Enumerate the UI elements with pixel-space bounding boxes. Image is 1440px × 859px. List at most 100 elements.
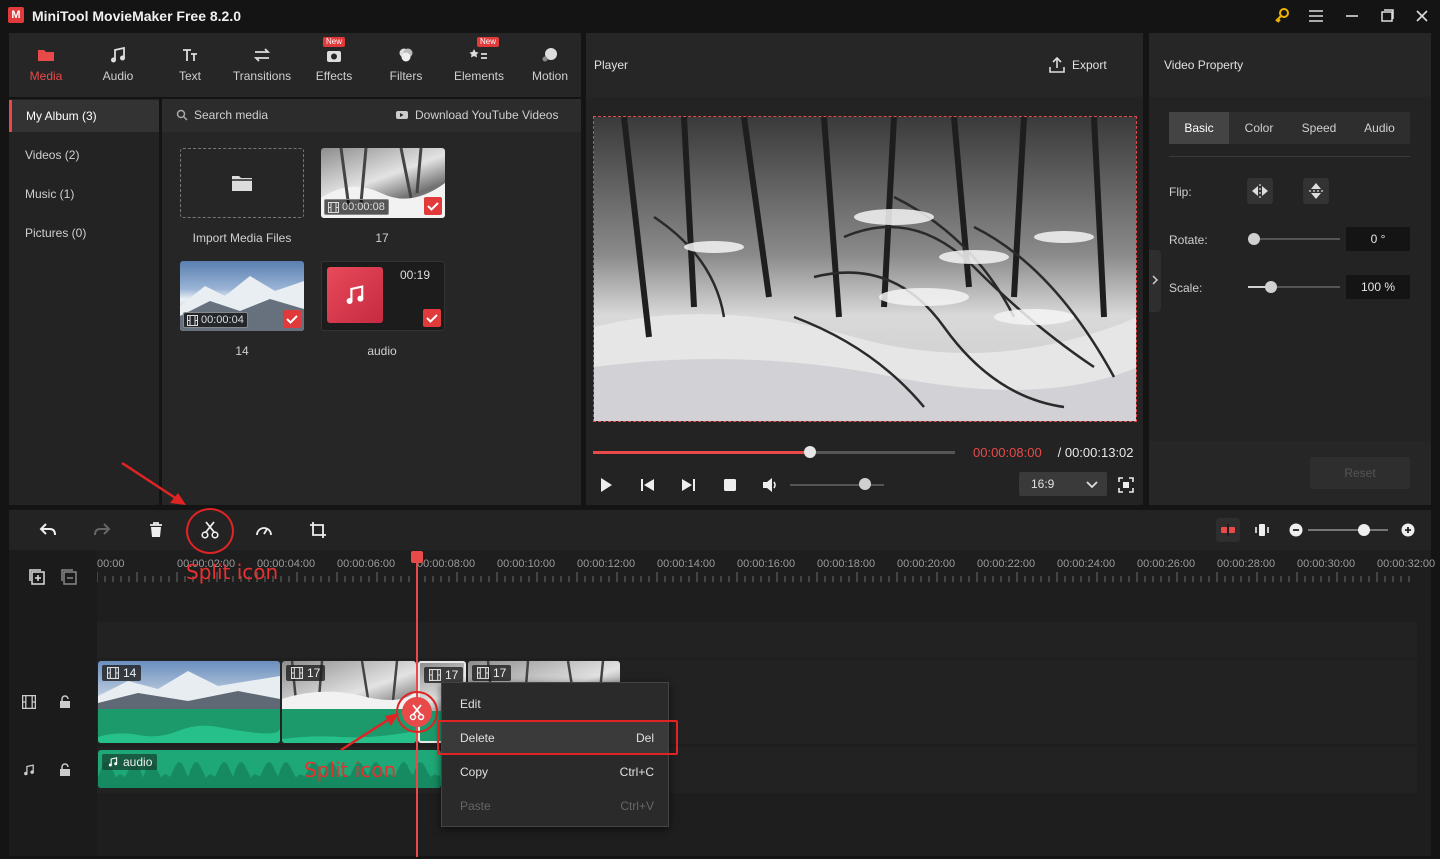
tab-text[interactable]: Text bbox=[163, 33, 217, 97]
media-thumb-audio[interactable]: 00:19 bbox=[321, 261, 445, 331]
previous-frame-icon[interactable] bbox=[638, 475, 658, 495]
album-item-videos[interactable]: Videos (2) bbox=[9, 139, 159, 171]
player-title: Player bbox=[594, 58, 629, 72]
clip-tag: audio bbox=[102, 754, 158, 770]
media-thumb-17[interactable]: 00:00:08 bbox=[321, 148, 445, 218]
maximize-icon[interactable] bbox=[1377, 6, 1397, 26]
media-name: 14 bbox=[235, 344, 249, 358]
divider bbox=[1169, 156, 1410, 157]
tab-motion[interactable]: Motion bbox=[523, 33, 577, 97]
export-button[interactable]: Export bbox=[1048, 56, 1107, 74]
flip-label: Flip: bbox=[1169, 185, 1192, 199]
text-icon bbox=[180, 45, 200, 65]
duration-badge: 00:00:04 bbox=[183, 312, 248, 328]
album-sidebar: My Album (3) Videos (2) Music (1) Pictur… bbox=[9, 99, 159, 505]
annotation-highlight-delete bbox=[437, 720, 678, 755]
stop-icon[interactable] bbox=[720, 475, 740, 495]
fullscreen-icon[interactable] bbox=[1116, 475, 1136, 495]
volume-icon[interactable] bbox=[760, 475, 780, 495]
collapse-panel-button[interactable] bbox=[1149, 250, 1161, 312]
scale-value[interactable]: 100 % bbox=[1346, 275, 1410, 299]
scale-knob[interactable] bbox=[1265, 281, 1277, 293]
key-icon[interactable] bbox=[1272, 6, 1292, 26]
tab-filters[interactable]: Filters bbox=[379, 33, 433, 97]
tab-color[interactable]: Color bbox=[1229, 112, 1289, 144]
scale-label: Scale: bbox=[1169, 281, 1203, 295]
remove-track-icon[interactable] bbox=[60, 568, 78, 586]
zoom-slider[interactable] bbox=[1308, 529, 1388, 531]
tab-effects[interactable]: New Effects bbox=[307, 33, 361, 97]
play-icon[interactable] bbox=[596, 475, 616, 495]
empty-track bbox=[97, 590, 1417, 620]
ruler-label: 00:00:30:00 bbox=[1297, 558, 1356, 570]
album-item-my-album[interactable]: My Album (3) bbox=[9, 100, 159, 132]
minimize-icon[interactable] bbox=[1342, 6, 1362, 26]
tab-audio[interactable]: Audio bbox=[91, 33, 145, 97]
magnet-icon bbox=[1221, 524, 1235, 536]
video-track-icon bbox=[22, 695, 36, 709]
flip-horizontal-icon[interactable] bbox=[1247, 178, 1273, 204]
audio-cover bbox=[327, 267, 383, 323]
zoom-out-icon[interactable] bbox=[1286, 520, 1306, 540]
tab-media[interactable]: Media bbox=[19, 33, 73, 97]
check-icon[interactable] bbox=[423, 309, 441, 327]
effects-icon bbox=[324, 45, 344, 65]
menu-icon[interactable] bbox=[1306, 6, 1326, 26]
rotate-knob[interactable] bbox=[1248, 233, 1260, 245]
search-media[interactable]: Search media bbox=[176, 108, 268, 122]
lock-icon[interactable] bbox=[58, 695, 72, 709]
delete-icon[interactable] bbox=[146, 520, 166, 540]
zoom-in-icon[interactable] bbox=[1398, 520, 1418, 540]
media-thumb-14[interactable]: 00:00:04 bbox=[180, 261, 304, 331]
tab-audio-property[interactable]: Audio bbox=[1349, 112, 1410, 144]
playhead-handle[interactable] bbox=[411, 551, 423, 563]
import-media-button[interactable] bbox=[180, 148, 304, 218]
duration-badge: 00:19 bbox=[400, 268, 431, 282]
media-name: 17 bbox=[375, 231, 389, 245]
check-icon[interactable] bbox=[283, 310, 301, 328]
timeline-ruler[interactable]: 00:00 00:00:02:00 00:00:04:00 00:00:06:00 00… bbox=[97, 550, 1435, 590]
download-icon bbox=[396, 111, 408, 119]
progress-fill bbox=[593, 451, 811, 454]
ruler-label: 00:00:20:00 bbox=[897, 558, 956, 570]
add-track-icon[interactable] bbox=[28, 568, 46, 586]
ruler-label: 00:00:14:00 bbox=[657, 558, 716, 570]
chevron-right-icon bbox=[1152, 275, 1159, 285]
download-youtube-button[interactable]: Download YouTube Videos bbox=[395, 108, 558, 122]
duration-badge: 00:00:08 bbox=[324, 199, 389, 215]
filters-icon bbox=[396, 45, 416, 65]
fit-timeline-icon[interactable] bbox=[1252, 520, 1272, 540]
video-preview[interactable] bbox=[593, 116, 1137, 422]
speed-icon[interactable] bbox=[254, 520, 274, 540]
annotation-arrow bbox=[340, 713, 399, 752]
tab-transitions[interactable]: Transitions bbox=[227, 33, 297, 97]
album-item-music[interactable]: Music (1) bbox=[9, 178, 159, 210]
check-icon[interactable] bbox=[424, 197, 442, 215]
ruler-label: 00:00:28:00 bbox=[1217, 558, 1276, 570]
tab-elements[interactable]: New Elements bbox=[449, 33, 509, 97]
tab-speed[interactable]: Speed bbox=[1289, 112, 1349, 144]
snap-toggle[interactable] bbox=[1216, 518, 1240, 542]
flip-vertical-icon[interactable] bbox=[1303, 178, 1329, 204]
music-note-icon bbox=[346, 285, 364, 304]
lock-icon[interactable] bbox=[58, 763, 72, 777]
menu-item-edit[interactable]: Edit bbox=[442, 687, 668, 721]
next-frame-icon[interactable] bbox=[678, 475, 698, 495]
close-icon[interactable] bbox=[1412, 6, 1432, 26]
aspect-ratio-select[interactable]: 16:9 bbox=[1019, 472, 1107, 496]
album-item-pictures[interactable]: Pictures (0) bbox=[9, 217, 159, 249]
tab-basic[interactable]: Basic bbox=[1169, 112, 1229, 144]
music-note-icon bbox=[22, 763, 36, 777]
undo-icon[interactable] bbox=[38, 520, 58, 540]
rotate-label: Rotate: bbox=[1169, 233, 1208, 247]
crop-icon[interactable] bbox=[308, 520, 328, 540]
redo-icon[interactable] bbox=[92, 520, 112, 540]
timeline-clip[interactable]: 14 bbox=[98, 661, 280, 743]
app-logo: M bbox=[8, 7, 24, 23]
menu-item-paste[interactable]: Paste Ctrl+V bbox=[442, 789, 668, 823]
rotate-value[interactable]: 0 ° bbox=[1346, 227, 1410, 251]
menu-item-copy[interactable]: Copy Ctrl+C bbox=[442, 755, 668, 789]
zoom-knob[interactable] bbox=[1358, 524, 1370, 536]
rotate-slider[interactable] bbox=[1248, 238, 1340, 240]
reset-button[interactable]: Reset bbox=[1310, 457, 1410, 489]
